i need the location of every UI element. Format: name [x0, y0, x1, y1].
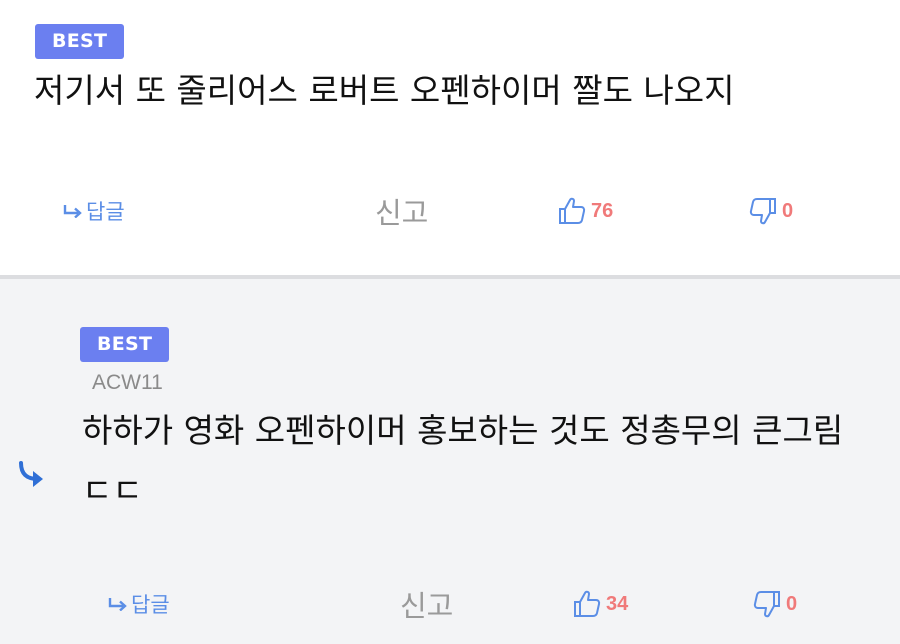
best-badge: BEST [35, 24, 125, 59]
comment-actions: 답글 신고 76 0 [0, 189, 900, 233]
thumbs-down-icon [753, 591, 780, 618]
reply-arrow-icon [63, 205, 82, 218]
thumbs-up-icon [559, 197, 586, 224]
nested-reply-arrow-icon [19, 461, 43, 487]
reply-label: 답글 [86, 200, 125, 224]
dislike-count: 0 [786, 592, 798, 615]
comment-actions: 답글 신고 34 0 [0, 582, 900, 626]
reply-comment-item: BEST ACW11 하하가 영화 오펜하이머 홍보하는 것도 정총무의 큰그림… [0, 279, 900, 644]
report-button[interactable]: 신고 [375, 189, 428, 233]
comment-item: BEST 저기서 또 줄리어스 로버트 오펜하이머 짤도 나오지 답글 신고 7… [0, 0, 900, 275]
comment-text: 저기서 또 줄리어스 로버트 오펜하이머 짤도 나오지 [34, 71, 735, 110]
like-count: 76 [591, 199, 614, 222]
thumbs-up-icon [574, 590, 601, 617]
reply-button[interactable]: 답글 [107, 582, 170, 626]
reply-arrow-icon [108, 598, 127, 611]
like-count: 34 [606, 592, 629, 615]
thumbs-down-icon [749, 198, 776, 225]
reply-button[interactable]: 답글 [62, 189, 125, 233]
dislike-button[interactable]: 0 [748, 189, 793, 233]
report-button[interactable]: 신고 [400, 582, 453, 626]
best-badge: BEST [80, 327, 170, 362]
author-name[interactable]: ACW11 [92, 371, 163, 395]
dislike-count: 0 [782, 199, 794, 222]
like-button[interactable]: 76 [557, 189, 613, 233]
like-button[interactable]: 34 [572, 582, 628, 626]
dislike-button[interactable]: 0 [752, 582, 797, 626]
reply-label: 답글 [131, 593, 170, 617]
comment-text: 하하가 영화 오펜하이머 홍보하는 것도 정총무의 큰그림 ㄷㄷ [82, 411, 844, 510]
